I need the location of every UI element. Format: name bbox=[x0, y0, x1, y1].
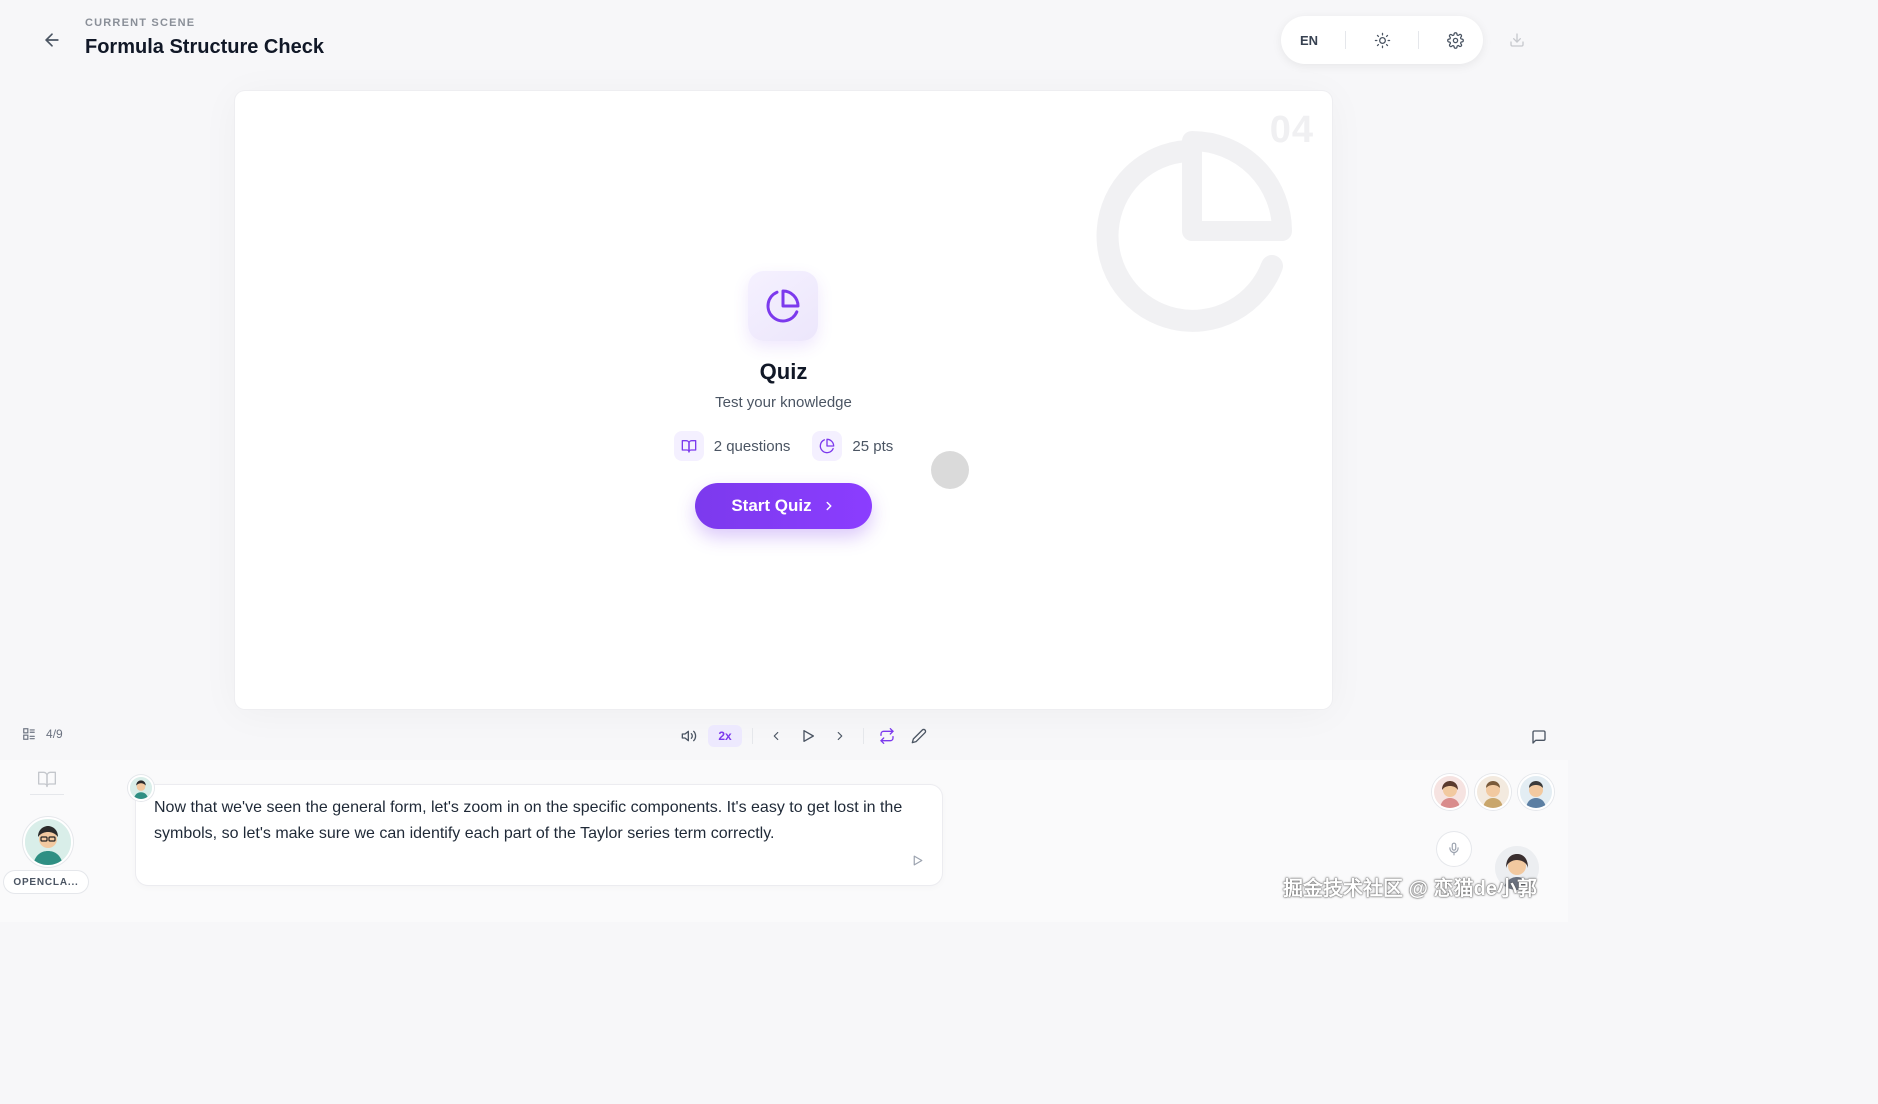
pie-chart-icon bbox=[766, 289, 800, 323]
book-open-icon bbox=[673, 431, 704, 461]
repeat-button[interactable] bbox=[874, 723, 900, 749]
quiz-title: Quiz bbox=[759, 359, 808, 384]
pencil-icon bbox=[911, 728, 927, 744]
playback-controls: 2x bbox=[676, 722, 932, 750]
speech-play-button[interactable] bbox=[908, 851, 926, 869]
pie-chart-icon bbox=[812, 431, 843, 461]
student-avatar[interactable] bbox=[1518, 774, 1554, 810]
scene-current: 4 bbox=[46, 727, 53, 741]
watermark: 掘金技术社区 @ 恋猫de小郭 bbox=[1283, 878, 1537, 900]
chat-icon bbox=[1532, 730, 1546, 744]
points-label: 25 pts bbox=[852, 437, 894, 455]
background-pie-chart-icon bbox=[1096, 131, 1292, 332]
play-icon bbox=[913, 855, 922, 865]
question-count: 2 questions bbox=[673, 431, 791, 461]
speed-button[interactable]: 2x bbox=[708, 725, 742, 747]
mic-icon bbox=[1449, 842, 1459, 856]
chevron-right-icon bbox=[826, 501, 832, 511]
download-icon bbox=[1510, 33, 1524, 47]
controls-divider bbox=[863, 728, 864, 744]
volume-icon bbox=[681, 730, 697, 742]
toolbar-divider bbox=[1345, 31, 1346, 49]
points-total: 25 pts bbox=[812, 431, 893, 461]
chat-toggle-button[interactable] bbox=[1528, 726, 1550, 748]
question-count-label: 2 questions bbox=[713, 437, 791, 455]
scene-number: 04 bbox=[1269, 109, 1314, 151]
play-icon bbox=[803, 730, 814, 742]
settings-button[interactable] bbox=[1435, 24, 1475, 56]
current-scene-label: CURRENT SCENE bbox=[85, 17, 196, 29]
gear-icon bbox=[1446, 31, 1464, 49]
student-avatar[interactable] bbox=[1432, 774, 1468, 810]
rail-divider bbox=[30, 794, 64, 795]
repeat-icon bbox=[880, 728, 894, 744]
language-button[interactable]: EN bbox=[1289, 24, 1329, 56]
chevron-left-icon bbox=[773, 731, 779, 741]
student-avatar[interactable] bbox=[1475, 774, 1511, 810]
controls-divider bbox=[752, 728, 753, 744]
next-button[interactable] bbox=[827, 723, 853, 749]
quiz-subtitle: Test your knowledge bbox=[715, 394, 852, 411]
book-open-icon bbox=[38, 771, 56, 788]
chevron-right-icon bbox=[837, 731, 843, 741]
play-button[interactable] bbox=[795, 723, 821, 749]
start-quiz-label: Start Quiz bbox=[731, 496, 812, 515]
top-toolbar: EN bbox=[1281, 16, 1483, 64]
microphone-button[interactable] bbox=[1437, 832, 1471, 866]
mouse-cursor-indicator bbox=[931, 451, 969, 489]
annotate-button[interactable] bbox=[906, 723, 932, 749]
arrow-left-icon bbox=[45, 33, 59, 47]
scene-total: 9 bbox=[56, 727, 63, 741]
speech-text: Now that we've seen the general form, le… bbox=[154, 799, 903, 842]
theme-toggle-button[interactable] bbox=[1362, 24, 1402, 56]
quiz-meta: 2 questions 25 pts bbox=[235, 431, 1332, 461]
back-button[interactable] bbox=[38, 26, 66, 54]
scene-list-toggle[interactable]: 4/9 bbox=[22, 727, 63, 741]
quiz-icon-badge bbox=[748, 271, 818, 341]
agent-avatar[interactable] bbox=[23, 817, 73, 867]
volume-button[interactable] bbox=[676, 723, 702, 749]
notes-button[interactable] bbox=[34, 767, 60, 791]
list-icon bbox=[23, 728, 35, 740]
page-title: Formula Structure Check bbox=[85, 36, 324, 58]
speech-bubble: Now that we've seen the general form, le… bbox=[136, 785, 942, 885]
download-button[interactable] bbox=[1505, 28, 1529, 52]
sun-icon bbox=[1374, 32, 1390, 48]
start-quiz-button[interactable]: Start Quiz bbox=[695, 483, 872, 529]
agent-name-label[interactable]: OPENCLA... bbox=[4, 871, 88, 893]
previous-button[interactable] bbox=[763, 723, 789, 749]
toolbar-divider bbox=[1418, 31, 1419, 49]
scene-canvas: 04 Quiz Test your knowledge 2 questions … bbox=[235, 91, 1332, 709]
speaker-avatar bbox=[128, 775, 154, 801]
